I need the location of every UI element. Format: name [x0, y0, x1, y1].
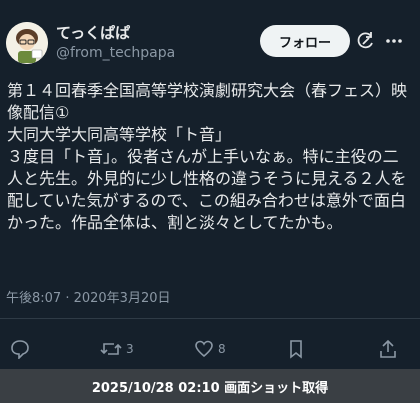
share-button[interactable] — [378, 334, 398, 364]
retweet-button[interactable]: 3 — [100, 334, 134, 364]
bookmark-icon — [286, 339, 306, 359]
tweet-text: 第１４回春季全国高等学校演劇研究大会（春フェス）映像配信① 大同大学大同高等学校… — [7, 81, 408, 232]
follow-button[interactable]: フォロー — [260, 25, 350, 57]
like-button[interactable]: 8 — [194, 334, 226, 364]
avatar[interactable] — [6, 22, 48, 64]
more-icon[interactable] — [384, 31, 404, 51]
tweet-header: てっくぱぱ @from_techpapa フォロー — [0, 0, 420, 78]
like-icon — [194, 339, 214, 359]
author-handle[interactable]: @from_techpapa — [56, 45, 175, 61]
retweet-count: 3 — [126, 342, 134, 356]
divider — [0, 318, 420, 319]
author-name[interactable]: てっくぱぱ — [56, 22, 130, 43]
refresh-icon[interactable] — [356, 31, 376, 51]
like-count: 8 — [218, 342, 226, 356]
reply-icon — [10, 339, 30, 359]
reply-button[interactable] — [10, 334, 34, 364]
tweet-timestamp[interactable]: 午後8:07 · 2020年3月20日 — [6, 287, 171, 306]
action-bar: 3 8 — [0, 334, 420, 364]
screenshot-caption: 2025/10/28 02:10 画面ショット取得 — [0, 369, 420, 403]
share-icon — [378, 339, 398, 359]
bookmark-button[interactable] — [286, 334, 306, 364]
tweet-card: てっくぱぱ @from_techpapa フォロー 第１４回春季全国高等学校演劇… — [0, 0, 420, 403]
retweet-icon — [100, 339, 122, 359]
